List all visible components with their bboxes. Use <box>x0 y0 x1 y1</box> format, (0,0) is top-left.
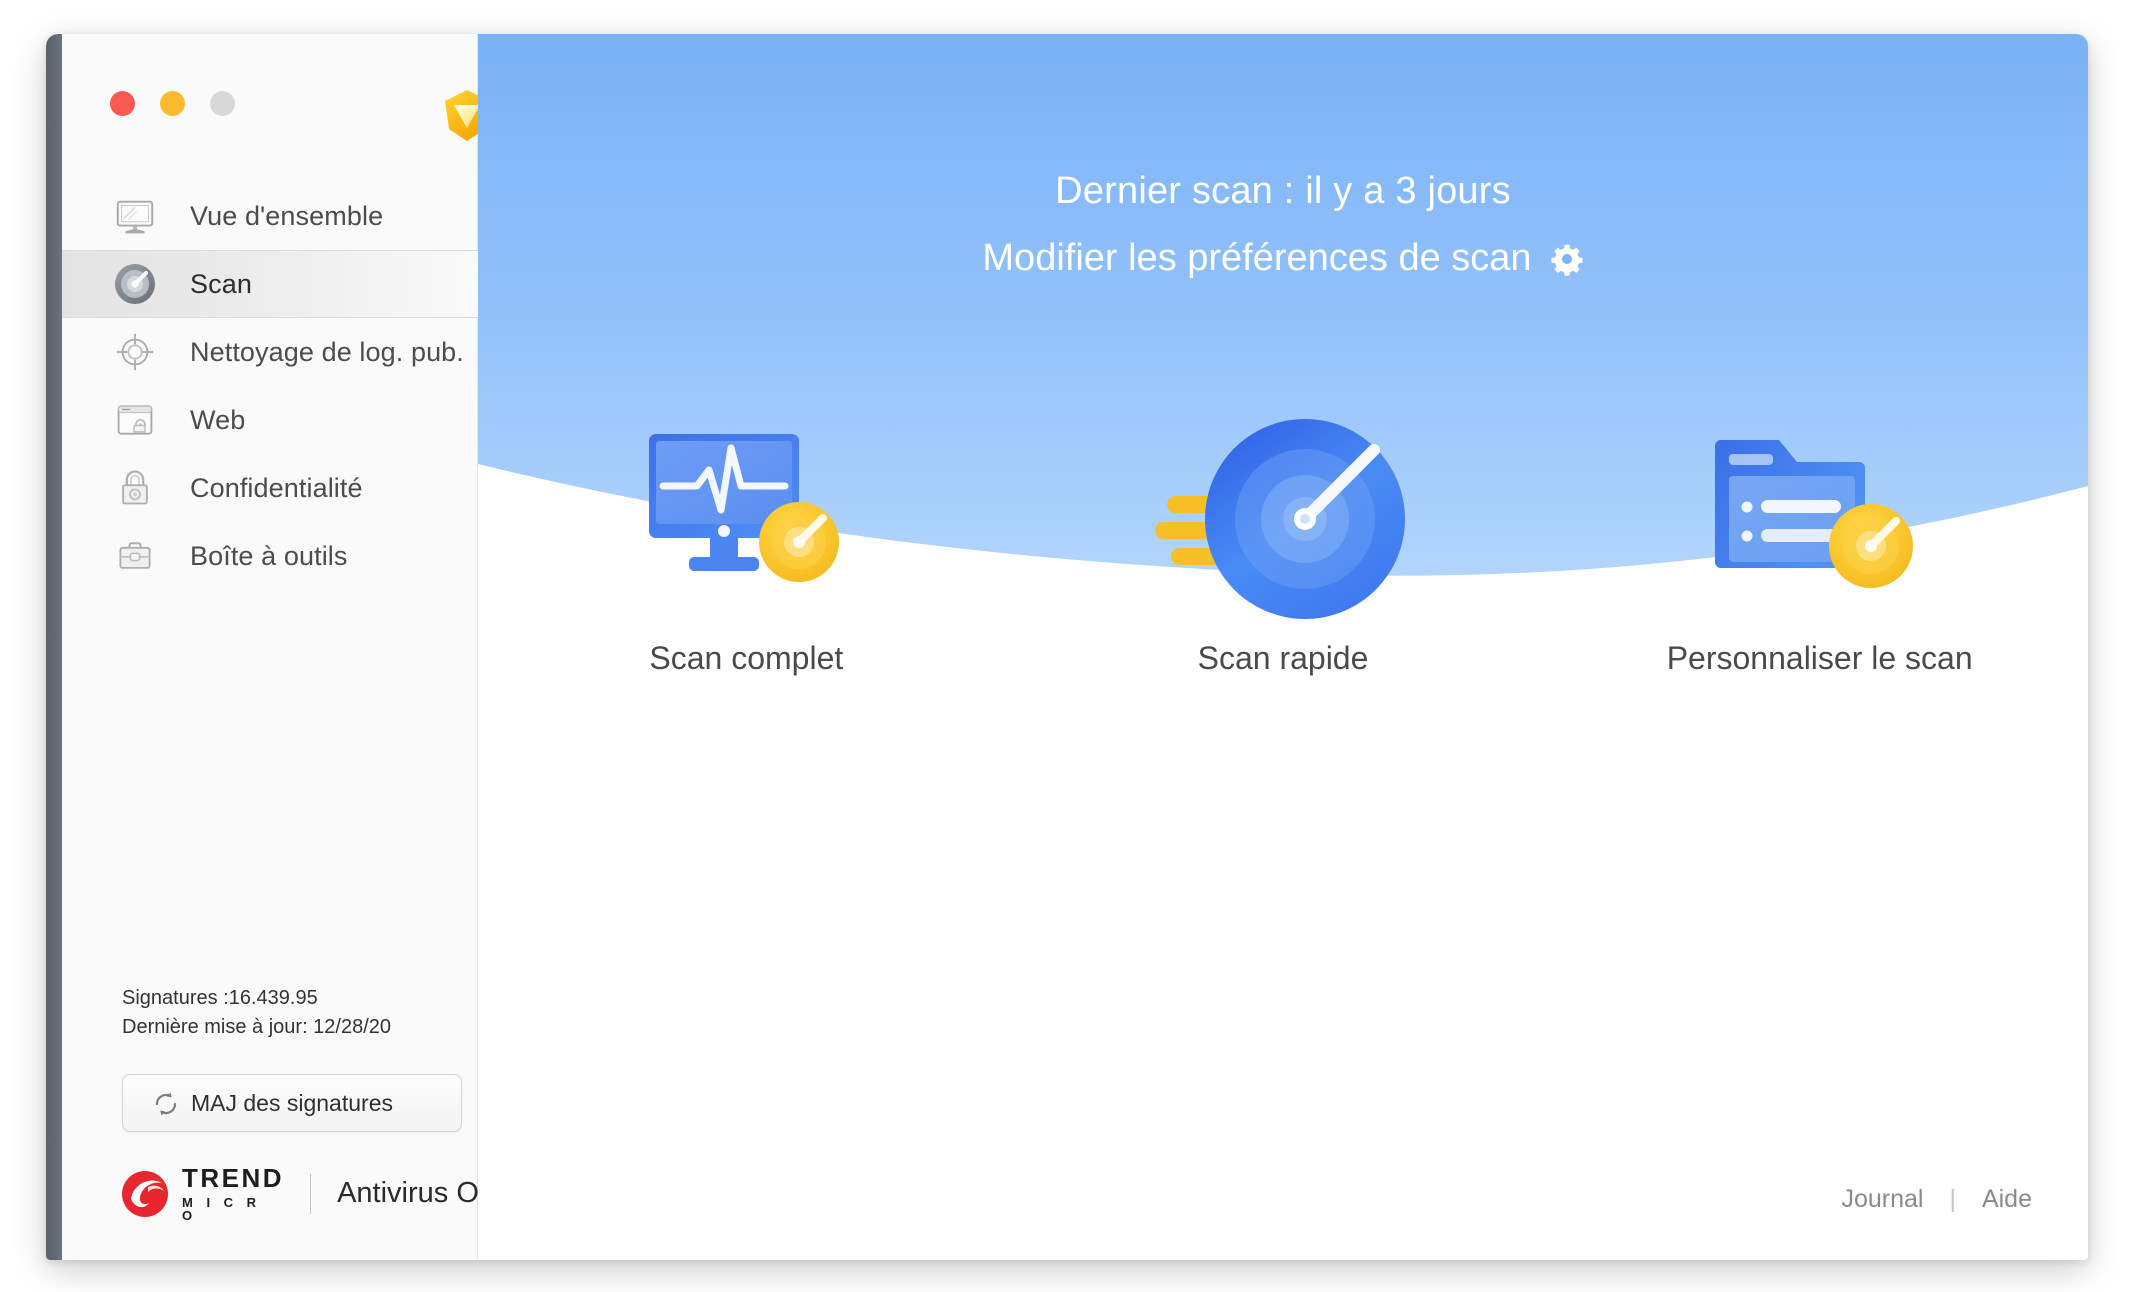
brand-name-top: TREND <box>182 1163 285 1193</box>
scan-option-full[interactable]: Scan complet <box>478 404 1015 744</box>
monitor-icon <box>112 193 158 239</box>
toolbox-icon <box>112 533 158 579</box>
gear-icon[interactable] <box>1550 242 1584 276</box>
sidebar-item-confidentialite[interactable]: Confidentialité <box>62 454 478 522</box>
main-panel: Dernier scan : il y a 3 jours Modifier l… <box>478 34 2088 1260</box>
signatures-version: Signatures :16.439.95 <box>122 987 318 1009</box>
sidebar-item-label: Nettoyage de log. pub. <box>190 336 464 367</box>
scan-preferences-label: Modifier les préférences de scan <box>982 237 1532 279</box>
sidebar-item-scan[interactable]: Scan <box>62 250 478 318</box>
crosshair-icon <box>112 329 158 375</box>
scan-options-row: Scan complet Scan rapide Personnaliser l… <box>478 404 2088 744</box>
close-window-button[interactable] <box>110 91 135 116</box>
sidebar-nav: Vue d'ensemble Scan Nettoyage de log. pu… <box>62 182 478 590</box>
hero-text-block: Dernier scan : il y a 3 jours Modifier l… <box>478 34 2088 280</box>
scan-preferences-link[interactable]: Modifier les préférences de scan <box>982 237 1583 280</box>
scan-option-label: Personnaliser le scan <box>1666 640 1973 676</box>
update-signatures-label: MAJ des signatures <box>191 1089 393 1116</box>
sidebar-item-label: Web <box>190 404 246 435</box>
brand-lockup: TREND M I C R O Antivirus One <box>118 1165 511 1222</box>
scan-option-label: Scan complet <box>649 640 844 676</box>
scan-option-custom[interactable]: Personnaliser le scan <box>1551 404 2088 744</box>
signatures-last-update: Dernière mise à jour: 12/28/20 <box>122 1016 392 1038</box>
window-left-edge <box>46 34 62 1260</box>
footer-separator: | <box>1949 1185 1956 1213</box>
sidebar-item-label: Confidentialité <box>190 472 363 503</box>
sidebar-item-label: Boîte à outils <box>190 540 348 571</box>
sidebar-item-label: Vue d'ensemble <box>190 200 384 231</box>
sidebar-item-label: Scan <box>190 268 252 299</box>
application-window: Vue d'ensemble Scan Nettoyage de log. pu… <box>46 34 2088 1260</box>
sidebar-item-web[interactable]: Web <box>62 386 478 454</box>
scan-option-label: Scan rapide <box>1197 640 1369 676</box>
trend-micro-logo-icon <box>118 1167 172 1221</box>
minimize-window-button[interactable] <box>160 91 185 116</box>
main-footer-links: Journal | Aide <box>1841 1185 2032 1214</box>
zoom-window-button[interactable] <box>210 91 235 116</box>
browser-window-icon <box>112 397 158 443</box>
last-scan-status: Dernier scan : il y a 3 jours <box>1055 170 1511 212</box>
sidebar-item-nettoyage-de-log-pub[interactable]: Nettoyage de log. pub. <box>62 318 478 386</box>
signature-info: Signatures :16.439.95 Dernière mise à jo… <box>122 984 391 1042</box>
update-signatures-button[interactable]: MAJ des signatures <box>122 1074 462 1132</box>
sidebar-item-vue-densemble[interactable]: Vue d'ensemble <box>62 182 478 250</box>
brand-wordmark: TREND M I C R O <box>182 1165 284 1222</box>
refresh-icon <box>151 1089 181 1119</box>
sidebar-item-boite-a-outils[interactable]: Boîte à outils <box>62 522 478 590</box>
help-link[interactable]: Aide <box>1982 1185 2032 1214</box>
scan-option-quick[interactable]: Scan rapide <box>1015 404 1552 744</box>
window-traffic-lights <box>110 91 235 116</box>
gauge-icon <box>112 261 158 307</box>
journal-link[interactable]: Journal <box>1841 1185 1923 1214</box>
folder-list-gauge-icon <box>1705 404 1935 634</box>
speed-gauge-icon <box>1153 404 1413 634</box>
padlock-icon <box>112 465 158 511</box>
app-root: Vue d'ensemble Scan Nettoyage de log. pu… <box>0 0 2132 1292</box>
brand-name-bottom: M I C R O <box>182 1195 262 1223</box>
sidebar: Vue d'ensemble Scan Nettoyage de log. pu… <box>46 34 511 1260</box>
brand-divider <box>310 1173 312 1214</box>
monitor-pulse-gauge-icon <box>631 404 861 634</box>
